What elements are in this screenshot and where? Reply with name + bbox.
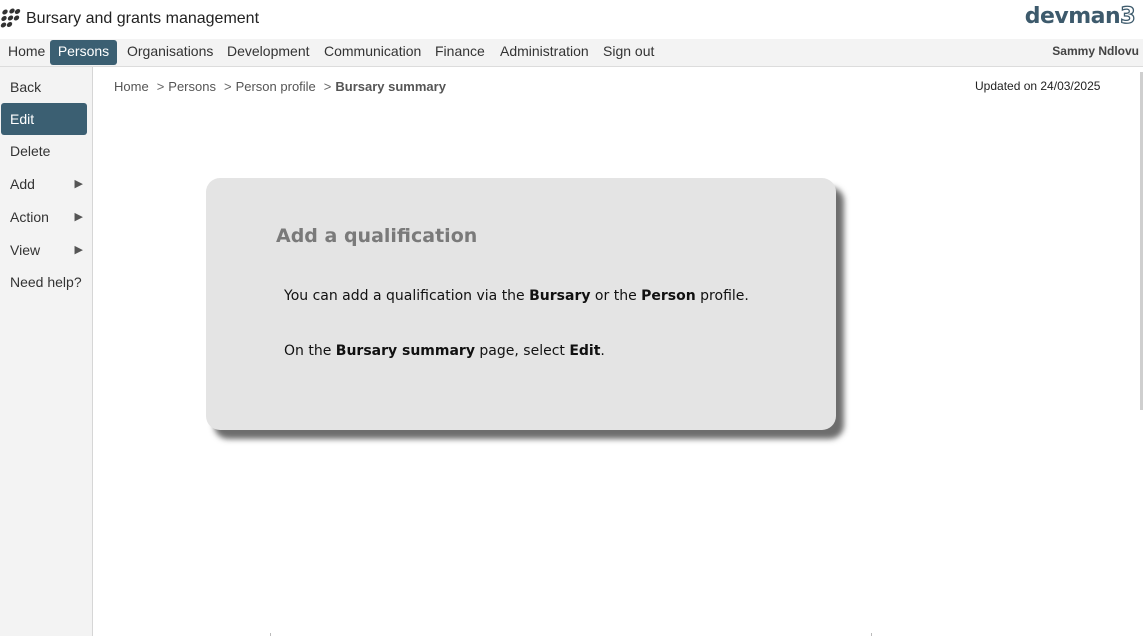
sidebar-item-label: Need help?: [10, 274, 82, 290]
user-name[interactable]: Sammy Ndlovu: [1052, 44, 1139, 58]
sidebar-item-edit[interactable]: Edit: [1, 103, 87, 135]
sidebar-item-delete[interactable]: Delete: [1, 135, 87, 167]
sidebar-item-label: Delete: [10, 143, 51, 159]
nav-finance[interactable]: Finance: [427, 39, 493, 66]
card-instruction-1: You can add a qualification via the Burs…: [284, 288, 749, 304]
breadcrumb-persons[interactable]: Persons: [168, 79, 216, 94]
emphasis: Bursary: [529, 288, 591, 304]
nav-administration[interactable]: Administration: [492, 39, 597, 66]
brand-text: devman: [1024, 4, 1121, 29]
sidebar-item-label: Action: [10, 209, 49, 225]
sidebar-item-label: Add: [10, 176, 35, 192]
breadcrumb-separator: >: [156, 79, 165, 94]
top-navigation: Home Persons Organisations Development C…: [0, 39, 1143, 67]
nav-organisations[interactable]: Organisations: [119, 39, 221, 66]
sidebar-item-label: View: [10, 242, 41, 258]
nav-sign-out[interactable]: Sign out: [595, 39, 662, 66]
app-header: Bursary and grants management devman3: [0, 0, 1143, 39]
sidebar-item-view[interactable]: View ▶: [1, 234, 87, 266]
action-sidebar: Back Edit Delete Add ▶ Action ▶ View ▶ N…: [0, 67, 93, 636]
breadcrumb-separator: >: [223, 79, 232, 94]
submenu-arrow-icon: ▶: [74, 211, 83, 223]
updated-date: Updated on 24/03/2025: [975, 79, 1101, 93]
sidebar-item-label: Edit: [10, 111, 35, 127]
card-instruction-2: On the Bursary summary page, select Edit…: [284, 343, 605, 359]
nav-communication[interactable]: Communication: [316, 39, 429, 66]
emphasis: Edit: [569, 343, 601, 359]
card-title: Add a qualification: [276, 225, 478, 247]
emphasis: Bursary summary: [335, 343, 475, 359]
text: profile.: [695, 288, 749, 304]
breadcrumb-separator: >: [323, 79, 332, 94]
app-title: Bursary and grants management: [26, 10, 260, 27]
submenu-arrow-icon: ▶: [74, 244, 83, 256]
breadcrumb-person-profile[interactable]: Person profile: [236, 79, 316, 94]
nav-persons[interactable]: Persons: [50, 40, 117, 65]
submenu-arrow-icon: ▶: [74, 178, 83, 190]
text: page, select: [474, 343, 570, 359]
app-logo-icon: [0, 8, 21, 28]
sidebar-item-need-help[interactable]: Need help?: [1, 266, 87, 298]
breadcrumb-current-page: Bursary summary: [335, 79, 446, 94]
text: or the: [590, 288, 642, 304]
sidebar-item-label: Back: [10, 79, 42, 95]
brand-number: 3: [1120, 3, 1137, 29]
sidebar-item-action[interactable]: Action ▶: [1, 201, 87, 233]
breadcrumb: Home > Persons > Person profile > Bursary summ…: [114, 79, 450, 94]
nav-home[interactable]: Home: [0, 39, 53, 66]
text: .: [600, 343, 605, 359]
breadcrumb-home[interactable]: Home: [114, 79, 149, 94]
brand-logo: devman3: [1024, 3, 1137, 29]
text: You can add a qualification via the: [284, 288, 530, 304]
text: On the: [284, 343, 336, 359]
sidebar-item-add[interactable]: Add ▶: [1, 168, 87, 200]
help-card: Add a qualification You can add a qualif…: [206, 178, 836, 430]
sidebar-item-back[interactable]: Back: [1, 71, 87, 103]
emphasis: Person: [641, 288, 696, 304]
nav-development[interactable]: Development: [219, 39, 318, 66]
